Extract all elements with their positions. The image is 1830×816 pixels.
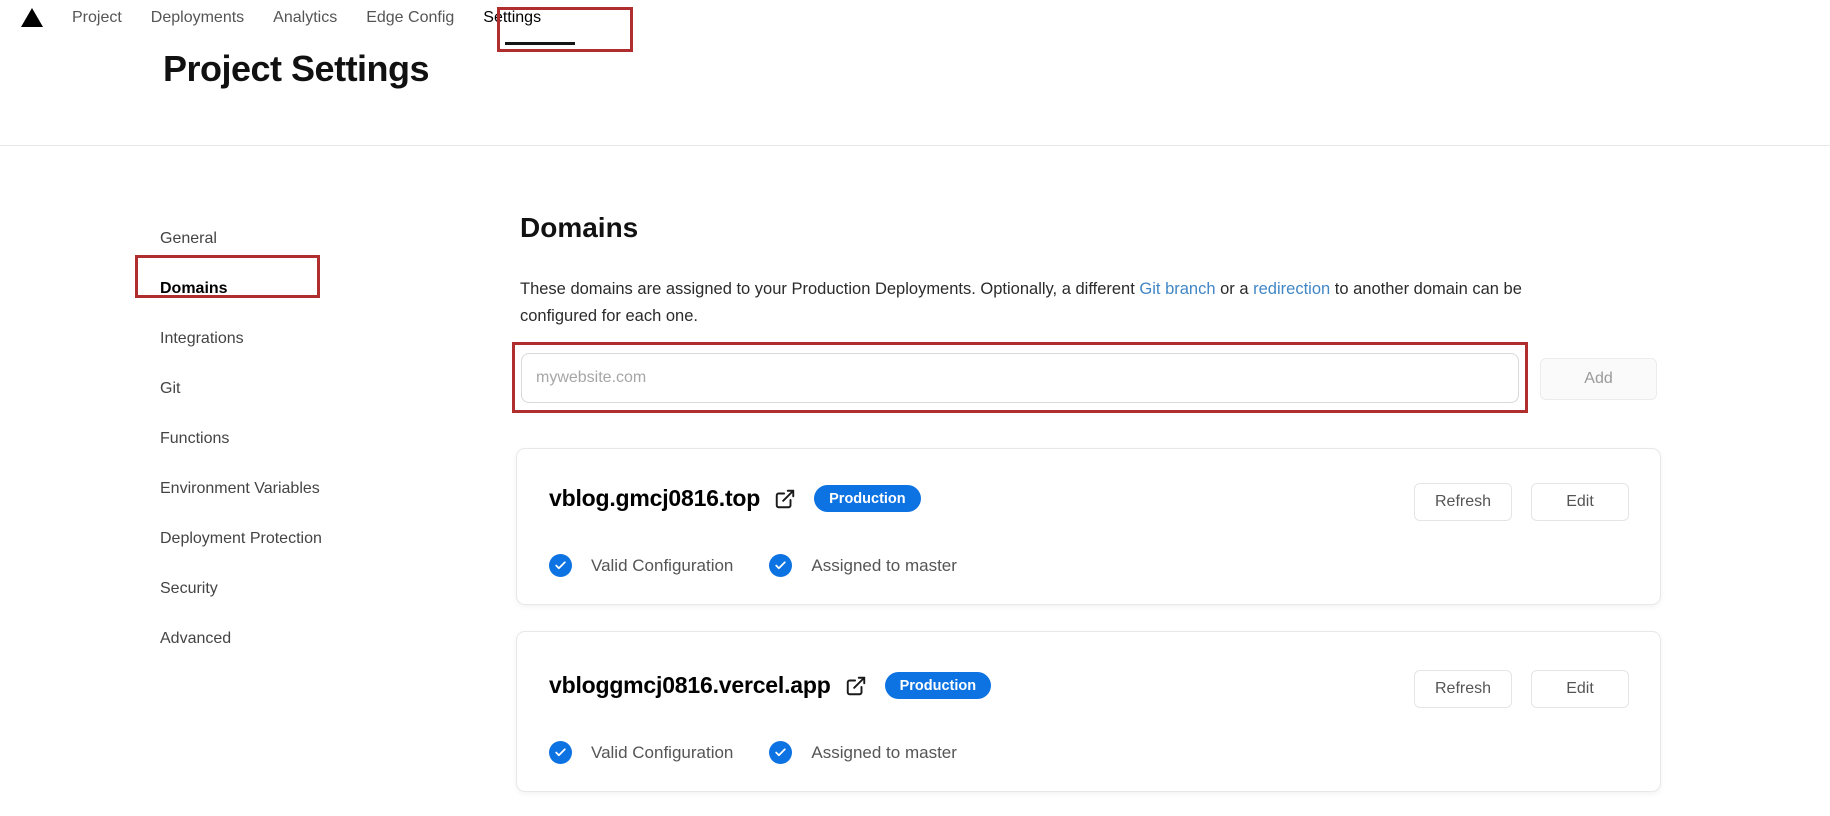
domains-description: These domains are assigned to your Produ… — [520, 276, 1522, 330]
annotation-box-settings — [497, 7, 633, 52]
page-title: Project Settings — [163, 48, 429, 90]
check-circle-icon — [549, 741, 572, 764]
sidebar-item-functions[interactable]: Functions — [160, 422, 440, 472]
check-circle-icon — [549, 554, 572, 577]
valid-configuration-label: Valid Configuration — [591, 556, 733, 576]
domain-card: vblog.gmcj0816.top Production Refresh Ed… — [516, 448, 1661, 605]
sidebar-item-deployment-protection[interactable]: Deployment Protection — [160, 522, 440, 572]
sidebar-item-advanced[interactable]: Advanced — [160, 622, 440, 672]
domain-card: vbloggmcj0816.vercel.app Production Refr… — [516, 631, 1661, 792]
refresh-button[interactable]: Refresh — [1414, 483, 1512, 521]
production-badge: Production — [885, 672, 992, 699]
sidebar-item-integrations[interactable]: Integrations — [160, 322, 440, 372]
domain-name[interactable]: vbloggmcj0816.vercel.app — [549, 672, 831, 699]
top-nav: Project Deployments Analytics Edge Confi… — [72, 8, 541, 28]
sidebar-item-security[interactable]: Security — [160, 572, 440, 622]
external-link-icon[interactable] — [845, 675, 867, 697]
production-badge: Production — [814, 485, 921, 512]
domain-name[interactable]: vblog.gmcj0816.top — [549, 485, 760, 512]
git-branch-link[interactable]: Git branch — [1139, 280, 1215, 298]
check-circle-icon — [769, 741, 792, 764]
header: Project Deployments Analytics Edge Confi… — [0, 0, 1830, 146]
add-domain-button[interactable]: Add — [1540, 358, 1657, 400]
sidebar-item-environment-variables[interactable]: Environment Variables — [160, 472, 440, 522]
description-text: to another domain can be — [1330, 280, 1522, 298]
external-link-icon[interactable] — [774, 488, 796, 510]
domain-input[interactable] — [521, 353, 1519, 403]
nav-tab-edge-config[interactable]: Edge Config — [366, 8, 454, 28]
domains-section-heading: Domains — [520, 212, 638, 244]
annotation-box-domains — [135, 255, 320, 298]
assigned-branch-label: Assigned to master — [811, 556, 957, 576]
sidebar-item-git[interactable]: Git — [160, 372, 440, 422]
annotation-box-domain-input — [512, 342, 1528, 413]
description-text: or a — [1216, 280, 1254, 298]
redirection-link[interactable]: redirection — [1253, 280, 1330, 298]
valid-configuration-label: Valid Configuration — [591, 743, 733, 763]
nav-tab-project[interactable]: Project — [72, 8, 122, 28]
description-line-1: These domains are assigned to your Produ… — [520, 276, 1522, 303]
refresh-button[interactable]: Refresh — [1414, 670, 1512, 708]
edit-button[interactable]: Edit — [1531, 670, 1629, 708]
description-line-2: configured for each one. — [520, 303, 1522, 330]
nav-tab-deployments[interactable]: Deployments — [151, 8, 244, 28]
nav-tab-analytics[interactable]: Analytics — [273, 8, 337, 28]
vercel-logo-icon[interactable] — [21, 8, 43, 27]
assigned-branch-label: Assigned to master — [811, 743, 957, 763]
description-text: These domains are assigned to your Produ… — [520, 280, 1139, 298]
check-circle-icon — [769, 554, 792, 577]
edit-button[interactable]: Edit — [1531, 483, 1629, 521]
